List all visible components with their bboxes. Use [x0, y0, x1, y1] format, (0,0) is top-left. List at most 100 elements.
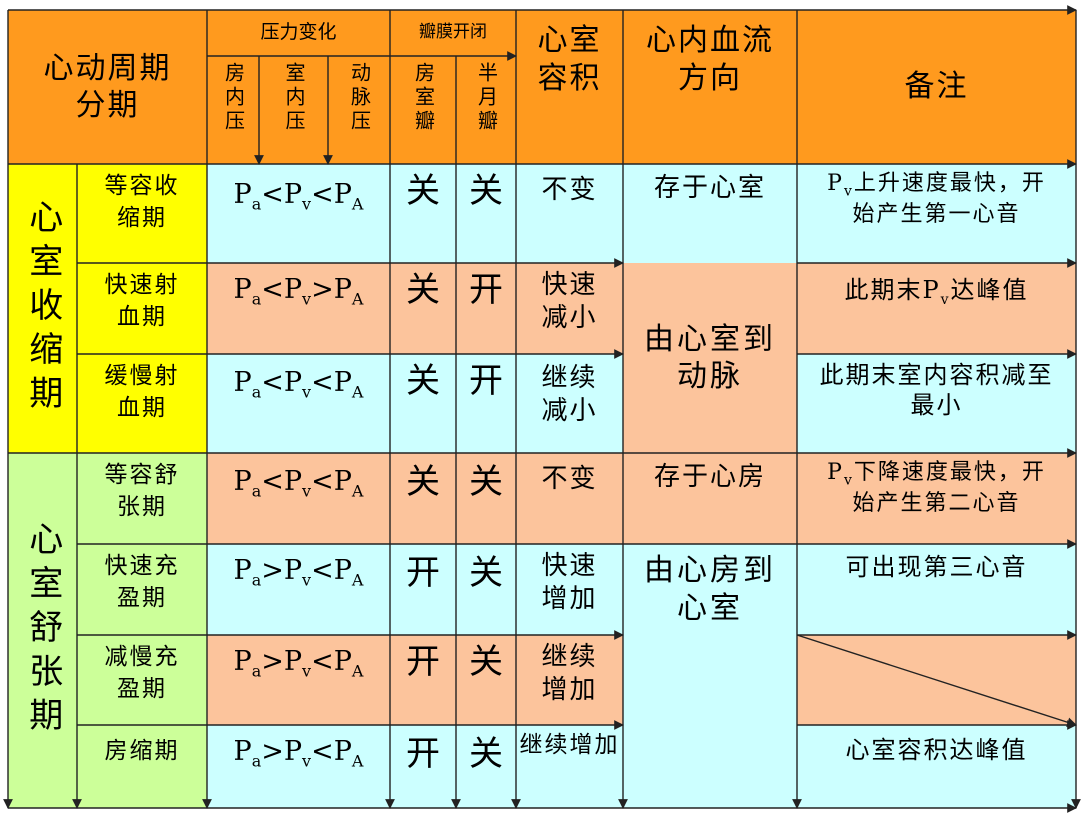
phase-label: 等容收缩期	[104, 173, 180, 231]
phase-label: 减慢充盈期	[104, 644, 180, 702]
remark-sub: v	[940, 291, 951, 308]
formula-op2: <	[311, 367, 334, 398]
header-remarks-label: 备注	[904, 69, 969, 105]
formula-p3: P	[333, 555, 352, 586]
flow-label: 存于心室	[653, 173, 766, 203]
formula-op2: <	[311, 179, 334, 210]
av-valve-label: 关	[406, 171, 440, 211]
remark-post: 上升速度最快，开始产生第一心音	[852, 171, 1046, 227]
pressure-formula: Pa<Pv<PA	[207, 164, 390, 263]
formula-text: Pa<Pv>PA	[234, 273, 364, 309]
formula-s3: A	[351, 289, 364, 309]
formula-op2: <	[311, 646, 334, 677]
formula-p3: P	[333, 367, 352, 398]
formula-p2: P	[283, 466, 303, 497]
volume-change: 继续增加	[516, 635, 623, 725]
pressure-formula: Pa<Pv>PA	[207, 263, 390, 354]
formula-s2: v	[302, 751, 312, 771]
av-valve-state: 开	[390, 635, 456, 725]
formula-p2: P	[283, 555, 303, 586]
table-row-phase: 快速充盈期	[77, 544, 207, 635]
formula-op1: <	[261, 179, 284, 210]
header-remarks: 备注	[797, 10, 1076, 164]
semilunar-valve-label: 关	[469, 553, 503, 593]
semilunar-valve-state: 关	[456, 635, 516, 725]
group-diastole: 心室舒张期	[8, 453, 77, 808]
formula-s3: A	[351, 570, 364, 590]
header-semilunar-valve-label: 半月瓣	[474, 62, 499, 134]
formula-s1: a	[251, 382, 262, 402]
header-semilunar-valve: 半月瓣	[456, 56, 516, 164]
table-row-phase: 快速射血期	[77, 263, 207, 354]
formula-text: Pa>Pv<PA	[234, 554, 364, 590]
semilunar-valve-state: 关	[456, 725, 516, 808]
remark: Pv下降速度最快，开始产生第二心音	[797, 453, 1076, 544]
remark-text: Pv上升速度最快，开始产生第一心音	[817, 170, 1057, 228]
table-row-phase: 缓慢射血期	[77, 354, 207, 453]
formula-op1: >	[261, 555, 284, 586]
volume-label: 继续增加	[519, 732, 620, 758]
semilunar-valve-label: 开	[469, 361, 503, 401]
formula-s1: a	[251, 661, 262, 681]
formula-op1: <	[261, 274, 284, 305]
av-valve-label: 关	[406, 270, 440, 310]
remark-text: 此期末Pv达峰值	[844, 275, 1028, 309]
volume-label: 不变	[541, 464, 598, 494]
flow-ejection-label: 由心室到动脉	[644, 321, 776, 395]
group-diastole-label: 心室舒张期	[22, 520, 63, 741]
header-av-valve: 房室瓣	[390, 56, 456, 164]
formula-p2: P	[283, 646, 303, 677]
formula-p1: P	[233, 274, 252, 305]
pressure-formula: Pa<Pv<PA	[207, 354, 390, 453]
formula-s2: v	[302, 194, 312, 214]
av-valve-state: 开	[390, 725, 456, 808]
phase-label: 等容舒张期	[104, 462, 180, 520]
formula-s1: a	[251, 194, 262, 214]
header-phase: 心动周期分期	[8, 10, 207, 164]
header-pressure-label: 压力变化	[260, 21, 337, 44]
av-valve-label: 开	[406, 553, 440, 593]
remark: 心室容积达峰值	[797, 725, 1076, 808]
remark: Pv上升速度最快，开始产生第一心音	[797, 164, 1076, 263]
formula-p1: P	[233, 736, 252, 767]
formula-s1: a	[251, 289, 262, 309]
formula-p1: P	[233, 466, 252, 497]
volume-change: 不变	[516, 164, 623, 263]
header-ventricular-pressure: 室内压	[259, 56, 328, 164]
formula-p3: P	[333, 736, 352, 767]
flow-filling-label: 由心房到心室	[644, 553, 776, 626]
volume-change: 继续增加	[516, 725, 623, 808]
header-volume: 心室容积	[516, 10, 623, 164]
av-valve-state: 关	[390, 453, 456, 544]
av-valve-state: 开	[390, 544, 456, 635]
pressure-formula: Pa<Pv<PA	[207, 453, 390, 544]
formula-s3: A	[351, 382, 364, 402]
formula-p1: P	[233, 555, 252, 586]
formula-op1: <	[261, 466, 284, 497]
semilunar-valve-state: 开	[456, 354, 516, 453]
formula-p1: P	[233, 179, 252, 210]
table-row-phase: 房缩期	[77, 725, 207, 808]
formula-op2: <	[311, 466, 334, 497]
volume-label: 继续减小	[541, 363, 598, 426]
volume-change: 快速减小	[516, 263, 623, 354]
remark-pre: 可出现第三心音	[845, 553, 1028, 581]
header-atrial-pressure: 房内压	[207, 56, 259, 164]
header-volume-label: 心室容积	[537, 23, 602, 96]
av-valve-state: 关	[390, 263, 456, 354]
formula-s3: A	[351, 481, 364, 501]
pressure-formula: Pa>Pv<PA	[207, 725, 390, 808]
av-valve-label: 关	[406, 462, 440, 502]
remark-pre: P	[827, 460, 844, 485]
header-flow-label: 心内血流方向	[646, 23, 774, 96]
remark-sub: v	[843, 183, 854, 200]
phase-label: 房缩期	[104, 738, 180, 764]
phase-label: 缓慢射血期	[104, 363, 180, 421]
header-valves: 瓣膜开闭	[390, 10, 516, 56]
av-valve-label: 关	[406, 361, 440, 401]
header-valves-label: 瓣膜开闭	[419, 22, 487, 43]
flow-direction: 存于心室	[623, 164, 797, 263]
pressure-formula: Pa>Pv<PA	[207, 544, 390, 635]
formula-p3: P	[333, 179, 352, 210]
table-row-phase: 减慢充盈期	[77, 635, 207, 725]
